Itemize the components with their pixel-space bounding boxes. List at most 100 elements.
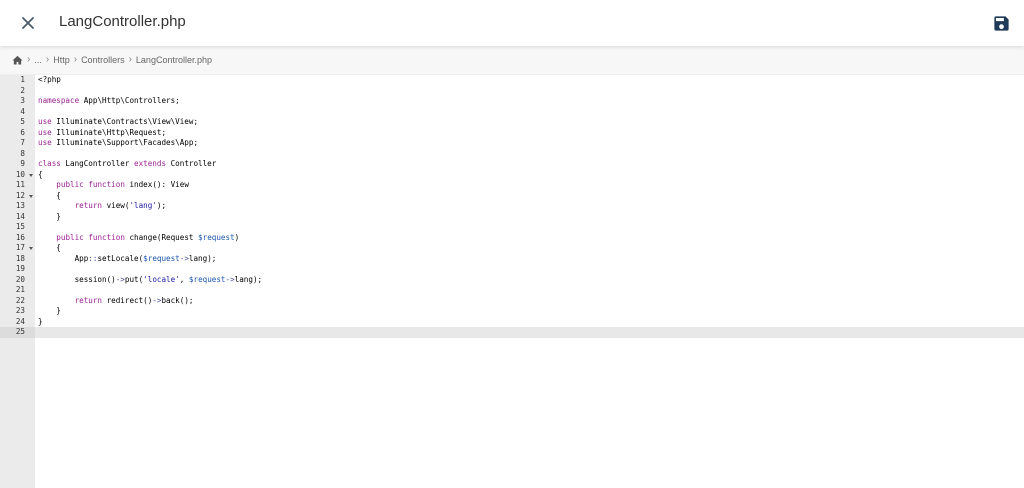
code-line[interactable]: 1 <?php (0, 75, 1024, 86)
line-number: 10 (15, 169, 25, 179)
line-number-cell: 2 (0, 86, 35, 97)
line-number-cell: 14 (0, 212, 35, 223)
code-token: index(): View (124, 180, 189, 190)
code-line[interactable]: 2 (0, 86, 1024, 97)
line-number: 15 (15, 222, 25, 232)
line-number: 3 (20, 96, 25, 106)
code-lines: 1 <?php 2 3 namespace App\Http\Controllers; 4… (0, 75, 1024, 338)
line-number: 22 (15, 295, 25, 305)
line-number-cell: 25 (0, 327, 35, 338)
code-line[interactable]: 11 public function index(): View (0, 180, 1024, 191)
editor-header: LangController.php (0, 0, 1024, 46)
breadcrumb-item-current-file[interactable]: LangController.php (136, 55, 212, 65)
code-token: extends (134, 159, 167, 169)
breadcrumb-item-ellipsis[interactable]: ... (34, 55, 42, 65)
code-line[interactable]: 8 (0, 149, 1024, 160)
code-token: use (38, 138, 52, 148)
line-number-cell: 4 (0, 107, 35, 118)
line-number: 21 (15, 285, 25, 295)
home-icon[interactable] (12, 55, 23, 65)
code-line[interactable]: 15 (0, 222, 1024, 233)
line-number-cell: 5 (0, 117, 35, 128)
line-number: 7 (20, 138, 25, 148)
code-line[interactable]: 23 } (0, 306, 1024, 317)
line-number-cell: 17 (0, 243, 35, 254)
line-number: 14 (15, 211, 25, 221)
line-number: 1 (20, 75, 25, 84)
code-text: session()->put('locale', $request->lang)… (38, 274, 263, 286)
code-text: { (38, 170, 43, 181)
code-token: 'lang' (129, 201, 157, 211)
code-token: use (38, 117, 52, 127)
code-line[interactable]: 5 use Illuminate\Contracts\View\View; (0, 117, 1024, 128)
code-token: ) (234, 232, 240, 242)
code-token: Controller (166, 159, 217, 169)
line-number: 8 (20, 148, 25, 158)
code-text: { (38, 243, 61, 254)
code-line[interactable]: 19 (0, 264, 1024, 275)
code-line[interactable]: 4 (0, 107, 1024, 118)
code-text: <?php (38, 75, 61, 86)
line-number-cell: 8 (0, 149, 35, 160)
code-token: redirect() (102, 295, 153, 305)
code-token: App (38, 253, 89, 263)
code-line[interactable]: 9 class LangController extends Controller (0, 159, 1024, 170)
breadcrumb-item-controllers[interactable]: Controllers (81, 55, 125, 65)
breadcrumb-separator-icon: › (73, 54, 78, 65)
close-button[interactable] (17, 12, 39, 34)
code-line[interactable]: 6 use Illuminate\Http\Request; (0, 128, 1024, 139)
code-token: namespace (38, 96, 80, 106)
code-line[interactable]: 21 (0, 285, 1024, 296)
code-editor[interactable]: 1 <?php 2 3 namespace App\Http\Controllers; 4… (0, 75, 1024, 488)
line-number-cell: 16 (0, 233, 35, 244)
code-line[interactable]: 18 App::setLocale($request->lang); (0, 254, 1024, 265)
line-number-cell: 18 (0, 254, 35, 265)
code-token: { (38, 243, 61, 253)
code-line[interactable]: 10 { (0, 170, 1024, 181)
line-number: 18 (15, 253, 25, 263)
code-line[interactable]: 20 session()->put('locale', $request->la… (0, 275, 1024, 286)
line-number-cell: 10 (0, 170, 35, 181)
code-line[interactable]: 25 (0, 327, 1024, 338)
code-line[interactable]: 3 namespace App\Http\Controllers; (0, 96, 1024, 107)
code-line[interactable]: 14 } (0, 212, 1024, 223)
save-button[interactable] (992, 14, 1011, 33)
code-token: back(); (161, 295, 194, 305)
fold-toggle-icon[interactable] (29, 194, 33, 198)
code-token: LangController (60, 159, 135, 169)
line-number: 20 (15, 274, 25, 284)
code-token: $request (143, 253, 180, 263)
close-icon (22, 17, 34, 29)
code-line[interactable]: 16 public function change(Request $reque… (0, 233, 1024, 244)
code-token: $request (188, 274, 226, 284)
code-text: public function change(Request $request) (38, 233, 239, 244)
code-line[interactable]: 7 use Illuminate\Support\Facades\App; (0, 138, 1024, 149)
line-number: 12 (15, 190, 25, 200)
breadcrumb-item-http[interactable]: Http (53, 55, 70, 65)
line-number-cell: 15 (0, 222, 35, 233)
fold-toggle-icon[interactable] (29, 173, 33, 177)
code-line[interactable]: 17 { (0, 243, 1024, 254)
code-line[interactable]: 12 { (0, 191, 1024, 202)
line-number-cell: 20 (0, 275, 35, 286)
line-number: 13 (15, 201, 25, 211)
code-token: } (38, 211, 61, 221)
code-line[interactable]: 24} (0, 317, 1024, 328)
code-text: use Illuminate\Support\Facades\App; (38, 138, 198, 149)
line-number-cell: 19 (0, 264, 35, 275)
code-token: Illuminate\Contracts\View\View; (51, 117, 199, 127)
code-token: function (88, 232, 125, 242)
fold-toggle-icon[interactable] (29, 247, 33, 251)
code-token: <?php (38, 75, 61, 84)
code-token: put( (124, 274, 144, 284)
code-text: use Illuminate\Contracts\View\View; (38, 117, 198, 128)
code-token: setLocale( (97, 253, 144, 263)
code-line[interactable]: 22 return redirect()->back(); (0, 296, 1024, 307)
code-token: Illuminate\Http\Request; (51, 127, 167, 137)
code-token: lang); (188, 253, 217, 263)
code-line[interactable]: 13 return view('lang'); (0, 201, 1024, 212)
code-token: public (56, 180, 84, 190)
line-number: 4 (20, 106, 25, 116)
